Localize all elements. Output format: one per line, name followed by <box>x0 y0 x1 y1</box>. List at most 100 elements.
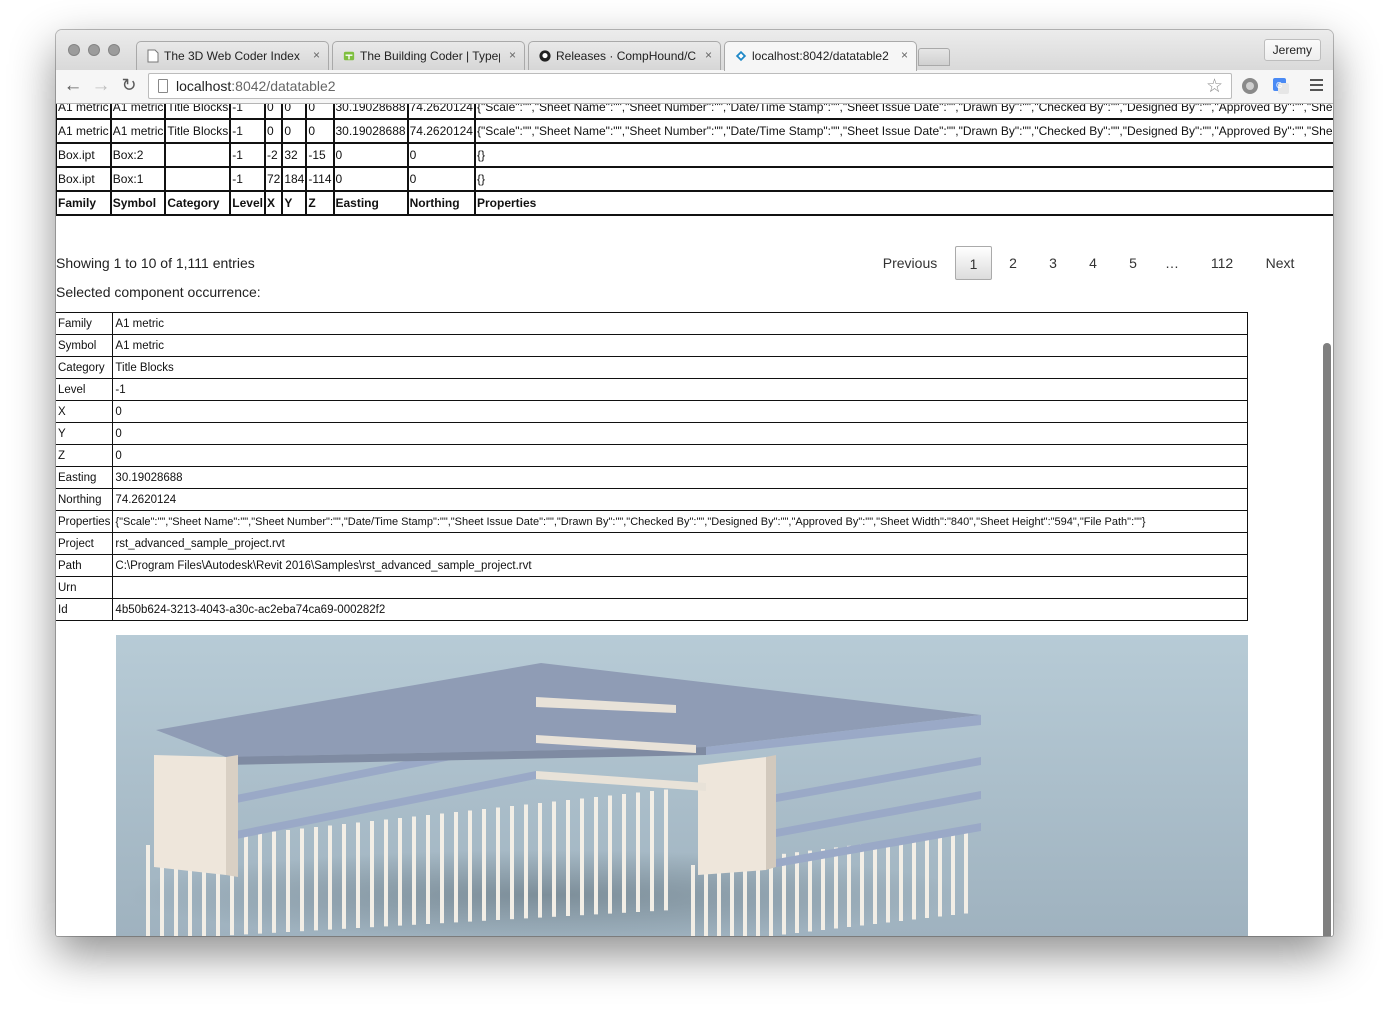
column-header-category[interactable]: Category <box>164 190 232 216</box>
detail-row: Family A1 metric <box>56 312 1248 335</box>
page-icon <box>147 49 159 63</box>
table-row[interactable]: A1 metric A1 metric Title Blocks -1 0 0 … <box>56 118 1333 144</box>
detail-row: Easting 30.19028688 <box>56 466 1248 489</box>
bookmark-star-icon[interactable]: ☆ <box>1206 75 1223 98</box>
pagination-next[interactable]: Next <box>1256 246 1304 280</box>
pagination-page-112[interactable]: 112 <box>1198 246 1246 280</box>
close-window-button[interactable] <box>68 44 80 56</box>
building-column <box>286 830 290 932</box>
new-tab-button[interactable] <box>918 48 950 66</box>
close-tab-icon[interactable]: × <box>509 48 516 62</box>
building-column <box>664 789 668 911</box>
pagination-page-2[interactable]: 2 <box>995 246 1031 280</box>
column-header-easting[interactable]: Easting <box>332 190 409 216</box>
detail-value: rst_advanced_sample_project.rvt <box>112 532 1248 555</box>
tab-strip: The 3D Web Coder Index × The Building Co… <box>56 30 1333 71</box>
table-cell: -1 <box>229 118 266 144</box>
close-tab-icon[interactable]: × <box>313 48 320 62</box>
tab-datatable2[interactable]: localhost:8042/datatable2 × <box>724 41 917 71</box>
tab-3d-web-coder[interactable]: The 3D Web Coder Index × <box>136 41 329 70</box>
table-cell <box>164 166 232 192</box>
table-cell: A1 metric <box>56 118 112 144</box>
building-column <box>795 852 799 933</box>
detail-row: Properties {"Scale":"","Sheet Name":"","S… <box>56 510 1248 533</box>
close-tab-icon[interactable]: × <box>705 48 712 62</box>
profile-button[interactable]: Jeremy <box>1263 39 1321 61</box>
pagination-page-1[interactable]: 1 <box>955 246 992 280</box>
column-header-z[interactable]: Z <box>305 190 335 216</box>
detail-row: X0 <box>56 400 1248 423</box>
table-cell: 0 <box>406 166 476 192</box>
back-arrow-icon[interactable]: ← <box>62 75 84 97</box>
extension-icon[interactable] <box>1241 77 1259 95</box>
zoom-window-button[interactable] <box>108 44 120 56</box>
building-column <box>468 810 472 922</box>
building-column <box>899 839 903 921</box>
pagination-page-3[interactable]: 3 <box>1035 246 1071 280</box>
3d-model-viewer[interactable] <box>116 635 1248 936</box>
forward-arrow-icon[interactable]: → <box>90 75 112 97</box>
url-text[interactable]: localhost:8042/datatable2 <box>176 78 336 94</box>
close-tab-icon[interactable]: × <box>901 48 908 62</box>
building-column <box>594 797 598 915</box>
detail-row: Symbol A1 metric <box>56 334 1248 357</box>
building-column <box>398 818 402 926</box>
building-column <box>314 827 318 931</box>
detail-value: 74.2620124 <box>112 488 1248 511</box>
page-scrollbar[interactable] <box>1323 343 1331 936</box>
table-cell: {"Scale":"","Sheet Name":"","Sheet Numbe… <box>473 118 1333 144</box>
building-column <box>440 813 444 924</box>
detail-value: A1 metric <box>112 312 1248 335</box>
table-cell: 72 <box>263 166 284 192</box>
detail-value: 0 <box>112 400 1248 423</box>
building-column <box>566 800 570 916</box>
browser-window: The 3D Web Coder Index × The Building Co… <box>56 30 1333 936</box>
tab-releases[interactable]: Releases · CompHound/Co × <box>528 41 721 70</box>
pagination-page-4[interactable]: 4 <box>1075 246 1111 280</box>
table-row[interactable]: A1 metric A1 metric Title Blocks -1 0 0 … <box>56 104 1333 120</box>
tab-title: The Building Coder | Typepad <box>360 49 500 63</box>
building-model-render[interactable] <box>116 635 1248 936</box>
reload-icon[interactable]: ↻ <box>118 75 140 96</box>
table-cell: 0 <box>305 104 335 120</box>
column-header-level[interactable]: Level <box>229 190 266 216</box>
building-column <box>847 845 851 927</box>
building-column <box>328 825 332 930</box>
table-cell: A1 metric <box>56 104 112 120</box>
pagination-page-5[interactable]: 5 <box>1115 246 1151 280</box>
table-cell: 0 <box>263 104 284 120</box>
column-header-y[interactable]: Y <box>281 190 308 216</box>
column-header-properties[interactable]: Properties <box>473 190 1333 216</box>
typepad-icon <box>343 51 355 61</box>
table-cell: A1 metric <box>109 118 167 144</box>
address-bar[interactable]: localhost:8042/datatable2 ☆ <box>148 73 1232 99</box>
table-cell: 74.2620124 <box>406 118 476 144</box>
column-header-symbol[interactable]: Symbol <box>109 190 167 216</box>
table-cell: -1 <box>229 142 266 168</box>
detail-row: Level -1 <box>56 378 1248 401</box>
table-cell: 30.19028688 <box>332 118 409 144</box>
building-column <box>580 798 584 916</box>
building-column <box>272 831 276 933</box>
column-header-family[interactable]: Family <box>56 190 112 216</box>
minimize-window-button[interactable] <box>88 44 100 56</box>
pagination-previous[interactable]: Previous <box>874 246 946 280</box>
url-host: localhost <box>176 78 232 94</box>
browser-toolbar: ← → ↻ localhost:8042/datatable2 ☆ G <box>56 70 1333 104</box>
column-header-x[interactable]: X <box>263 190 284 216</box>
building-column <box>808 850 812 932</box>
tab-title: The 3D Web Coder Index <box>164 49 300 63</box>
table-row[interactable]: Box.ipt Box:2 -1 -2 32 -15 0 0 {} <box>56 142 1333 168</box>
table-row[interactable]: Box.ipt Box:1 -1 72 184 -114 0 0 {} <box>56 166 1333 192</box>
detail-value: {"Scale":"","Sheet Name":"","Sheet Numbe… <box>112 510 1248 533</box>
building-column <box>622 794 626 913</box>
detail-value: Title Blocks <box>112 356 1248 379</box>
detail-key: Category <box>56 356 114 379</box>
translate-icon[interactable]: G <box>1272 77 1290 95</box>
selected-occurrence-label: Selected component occurrence: <box>56 284 261 300</box>
table-cell: 30.19028688 <box>332 104 409 120</box>
column-header-northing[interactable]: Northing <box>406 190 476 216</box>
building-column <box>412 816 416 925</box>
tab-building-coder[interactable]: The Building Coder | Typepad × <box>332 41 525 70</box>
chrome-menu-icon[interactable] <box>1310 79 1323 94</box>
